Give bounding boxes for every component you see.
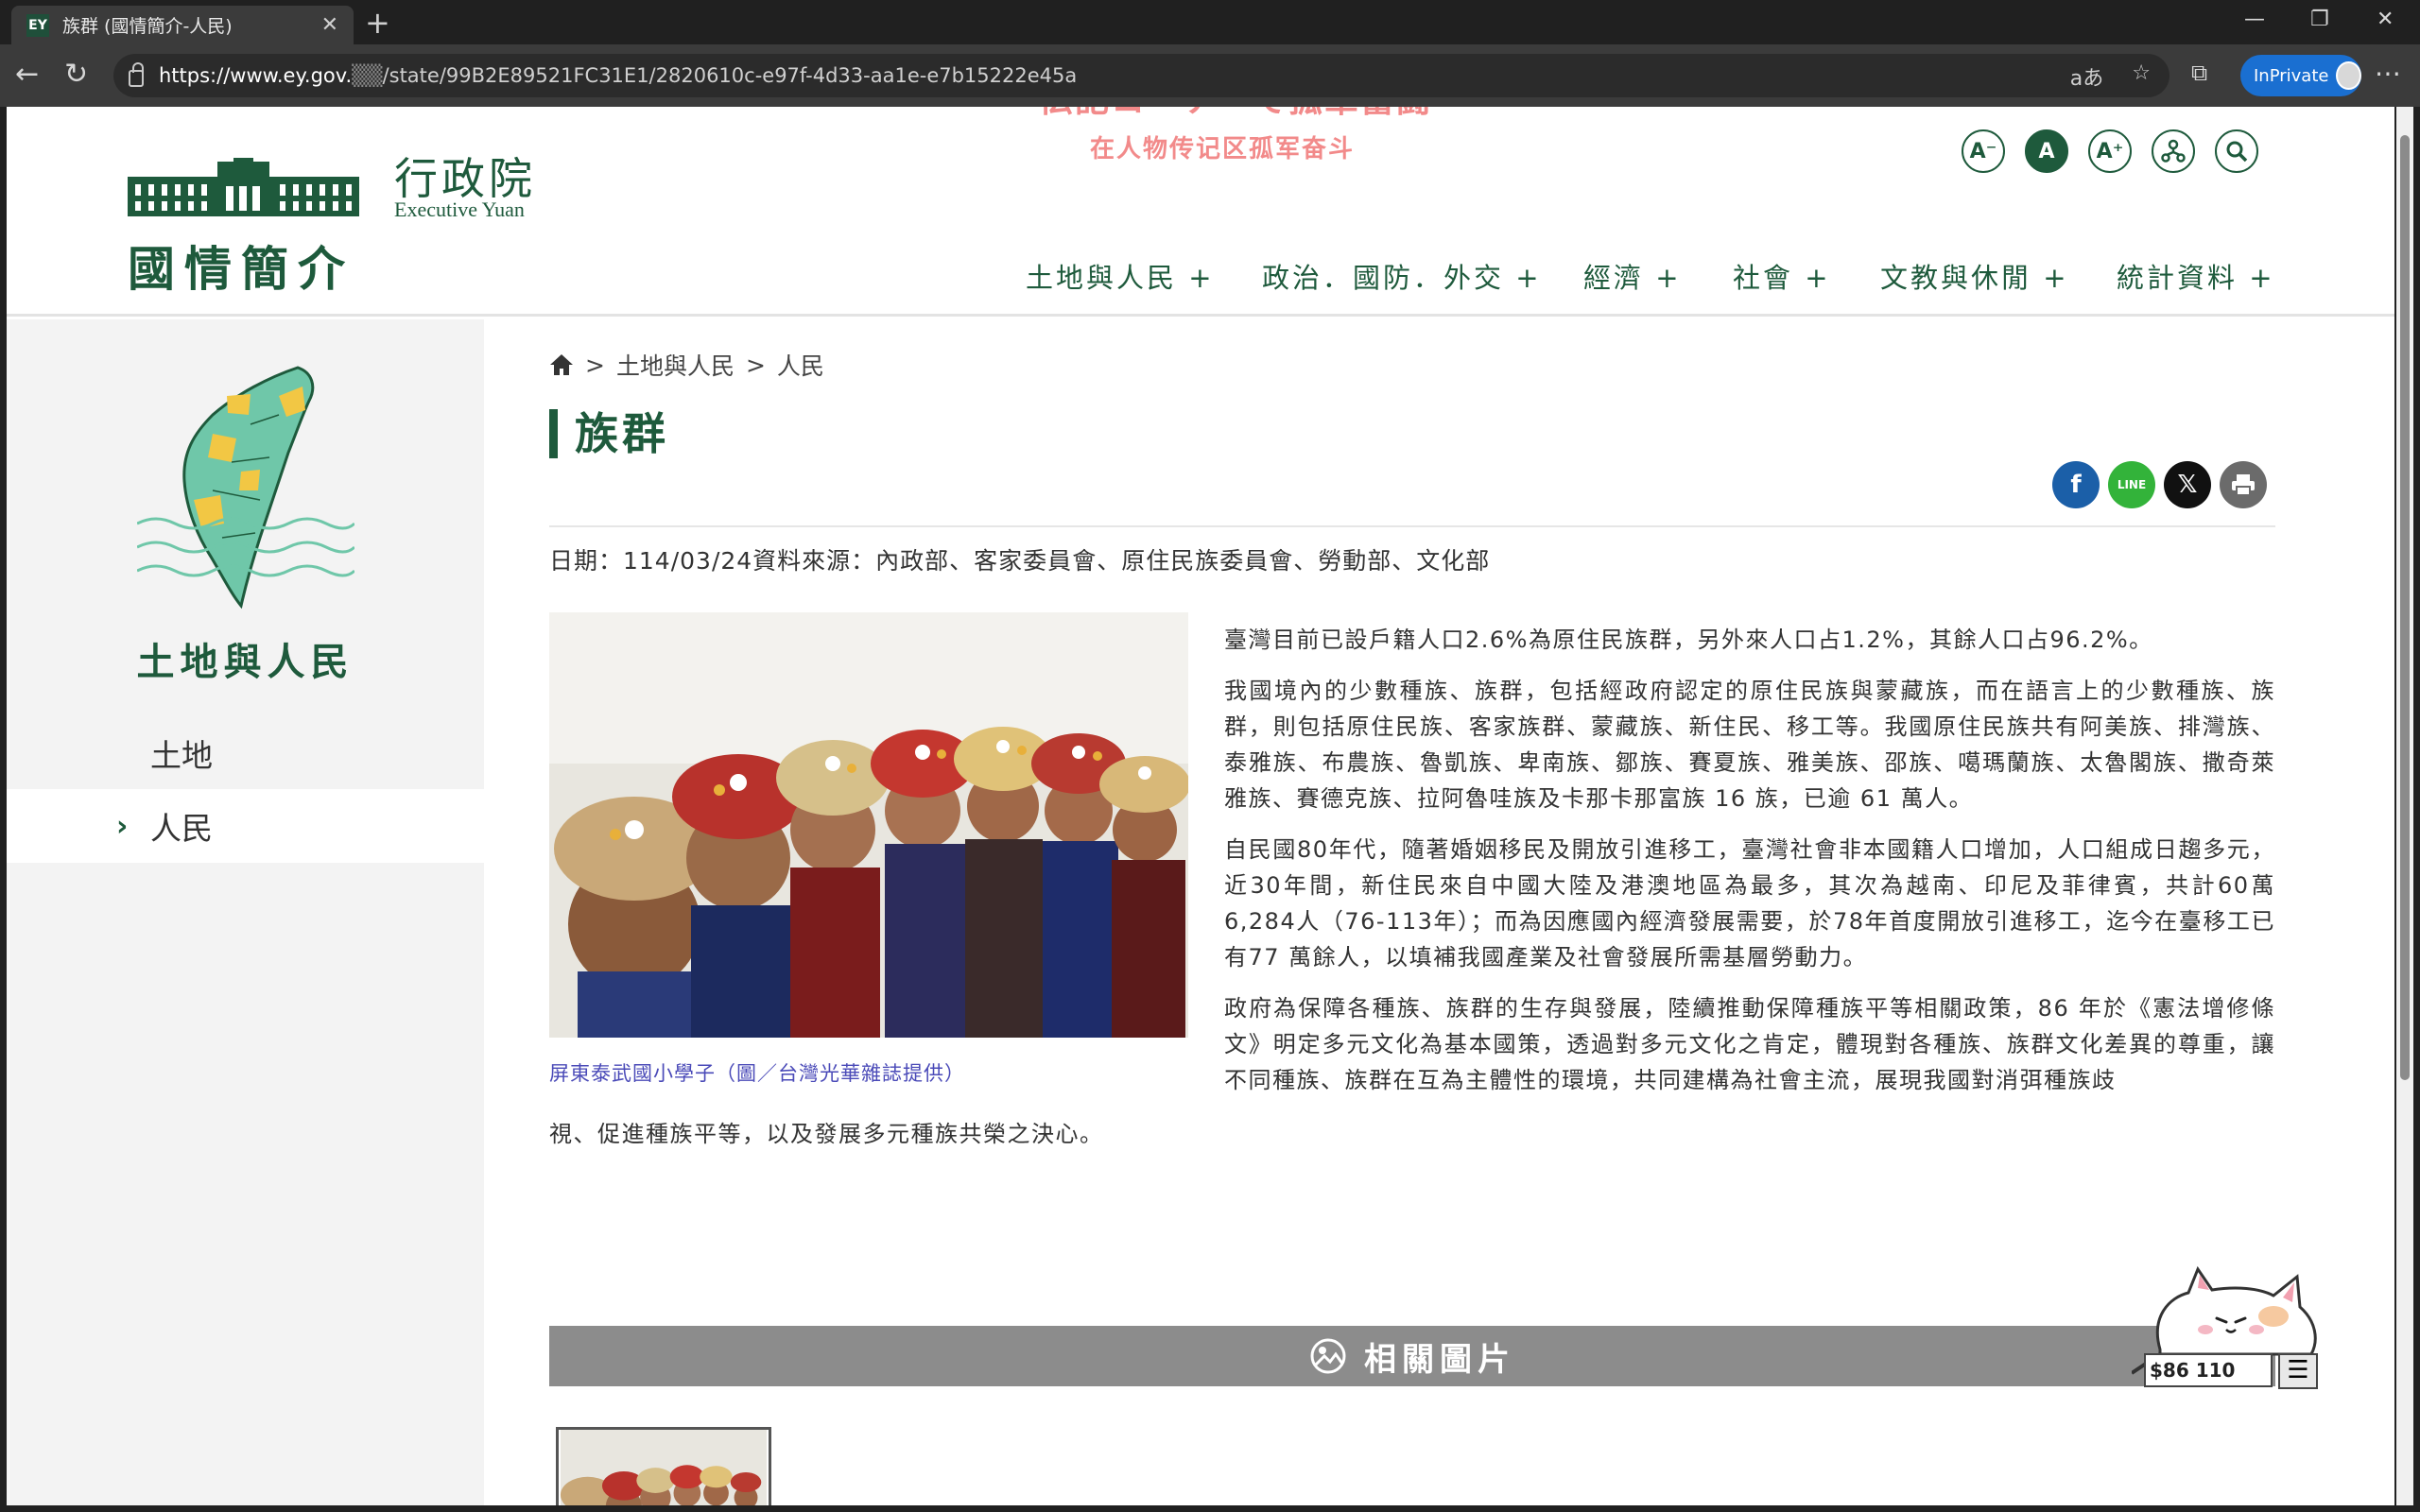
lock-icon: [129, 62, 144, 87]
header-tools: A⁻ A A⁺: [1962, 129, 2258, 173]
sidebar-item-people[interactable]: › 人民: [7, 789, 484, 863]
browser-tab[interactable]: EY 族群 (國情簡介-人民) ✕: [11, 6, 354, 44]
nav-economy[interactable]: 經濟 +: [1583, 256, 1682, 296]
home-icon[interactable]: [549, 353, 574, 376]
font-larger-button[interactable]: A⁺: [2088, 129, 2132, 173]
breadcrumb: > 土地與人民 > 人民: [549, 348, 824, 382]
logo-text-en: Executive Yuan: [394, 198, 525, 221]
tab-title: 族群 (國情簡介-人民): [62, 16, 233, 37]
nav-land-people[interactable]: 土地與人民 +: [1026, 256, 1215, 296]
address-bar: ← ↻ https://www.ey.gov.▒▒/state/99B2E895…: [0, 44, 2420, 107]
search-icon[interactable]: [2215, 129, 2258, 173]
url-field[interactable]: https://www.ey.gov.▒▒/state/99B2E89521FC…: [113, 54, 2169, 97]
scroll-thumb[interactable]: [2400, 135, 2410, 1080]
close-tab-icon[interactable]: ✕: [321, 13, 338, 37]
extensions-icon[interactable]: ⧉: [2191, 60, 2207, 86]
facebook-icon[interactable]: f: [2052, 461, 2100, 508]
article-photo[interactable]: [549, 612, 1188, 1038]
restore-icon[interactable]: ❐: [2310, 8, 2329, 31]
sidebar-item-land[interactable]: 土地: [7, 716, 484, 790]
nav-statistics[interactable]: 統計資料 +: [2117, 256, 2275, 296]
more-menu-icon[interactable]: ⋯: [2375, 58, 2401, 89]
font-smaller-button[interactable]: A⁻: [1962, 129, 2005, 173]
site-header: 行政院 Executive Yuan 國情簡介 伝記コーナーで孤軍奮闘 在人物传…: [7, 107, 2394, 317]
image-icon: [1310, 1338, 1346, 1374]
taiwan-map-icon: [137, 366, 354, 610]
minimize-icon[interactable]: —: [2244, 8, 2265, 31]
new-tab-button[interactable]: +: [365, 6, 390, 40]
profile-avatar: [2336, 61, 2361, 90]
line-icon[interactable]: LINE: [2108, 461, 2155, 508]
overlay-caption-cn: 在人物传记区孤军奋斗: [1090, 135, 1356, 163]
nav-society[interactable]: 社會 +: [1733, 256, 1831, 296]
close-window-icon[interactable]: ✕: [2377, 8, 2394, 31]
font-normal-button[interactable]: A: [2025, 129, 2068, 173]
executive-yuan-building-logo[interactable]: [128, 158, 359, 216]
divider: [549, 525, 2275, 527]
x-twitter-icon[interactable]: 𝕏: [2164, 461, 2211, 508]
breadcrumb-land-people[interactable]: 土地與人民: [616, 348, 735, 382]
refresh-icon[interactable]: ↻: [64, 58, 88, 92]
favorite-star-icon[interactable]: ☆: [2132, 61, 2151, 92]
tab-bar: EY 族群 (國情簡介-人民) ✕ + — ❐ ✕: [0, 0, 2420, 44]
paragraph-3: 自民國80年代，隨著婚姻移民及開放引進移工，臺灣社會非本國籍人口增加，人口組成日…: [1224, 836, 2275, 971]
paragraph-4-tail: 視、促進種族平等，以及發展多元種族共榮之決心。: [549, 1121, 1104, 1147]
url-text: https://www.ey.gov.▒▒/state/99B2E89521FC…: [159, 64, 1078, 87]
page-title: 族群: [549, 409, 669, 458]
site-title[interactable]: 國情簡介: [128, 232, 354, 300]
related-image-thumbnail[interactable]: [556, 1427, 771, 1505]
sitemap-icon[interactable]: [2152, 129, 2195, 173]
web-page: 行政院 Executive Yuan 國情簡介 伝記コーナーで孤軍奮闘 在人物传…: [7, 107, 2394, 1505]
article-meta: 日期：114/03/24資料來源：內政部、客家委員會、原住民族委員會、勞動部、文…: [549, 547, 1491, 575]
paragraph-1: 臺灣目前已設戶籍人口2.6%為原住民族群，另外來人口占1.2%，其餘人口占96.…: [1224, 627, 2153, 653]
chevron-right-icon: ›: [116, 809, 129, 843]
inprivate-badge[interactable]: InPrivate: [2240, 55, 2361, 96]
share-buttons: f LINE 𝕏: [2052, 461, 2267, 508]
sidebar-title: 土地與人民: [136, 641, 354, 684]
ey-favicon-icon: EY: [26, 13, 49, 37]
stock-ticker: $86 110: [2144, 1353, 2273, 1387]
photo-caption: 屏東泰武國小學子（圖／台灣光華雜誌提供）: [549, 1062, 965, 1085]
print-icon[interactable]: [2220, 461, 2267, 508]
nav-culture[interactable]: 文教與休閒 +: [1880, 256, 2069, 296]
read-aloud-icon[interactable]: aあ: [2070, 61, 2103, 92]
paragraph-4: 政府為保障各種族、族群的生存與發展，陸續推動保障種族平等相關政策，86 年於《憲…: [1224, 995, 2275, 1093]
back-icon[interactable]: ←: [15, 58, 39, 92]
breadcrumb-people[interactable]: 人民: [777, 348, 824, 382]
page-scrollbar[interactable]: [2396, 107, 2413, 1505]
widget-menu-icon[interactable]: ☰: [2278, 1353, 2318, 1389]
nav-politics[interactable]: 政治．國防．外交 +: [1262, 256, 1542, 296]
article-body: 臺灣目前已設戶籍人口2.6%為原住民族群，另外來人口占1.2%，其餘人口占96.…: [1224, 622, 2275, 1113]
paragraph-2: 我國境內的少數種族、族群，包括經政府認定的原住民族與蒙藏族，而在語言上的少數種族…: [1224, 678, 2275, 812]
overlay-caption-jp: 伝記コーナーで孤軍奮闘: [1039, 107, 1432, 122]
sidebar: 土地與人民 土地 › 人民: [7, 319, 484, 1505]
related-images-header: 相關圖片: [549, 1326, 2275, 1386]
